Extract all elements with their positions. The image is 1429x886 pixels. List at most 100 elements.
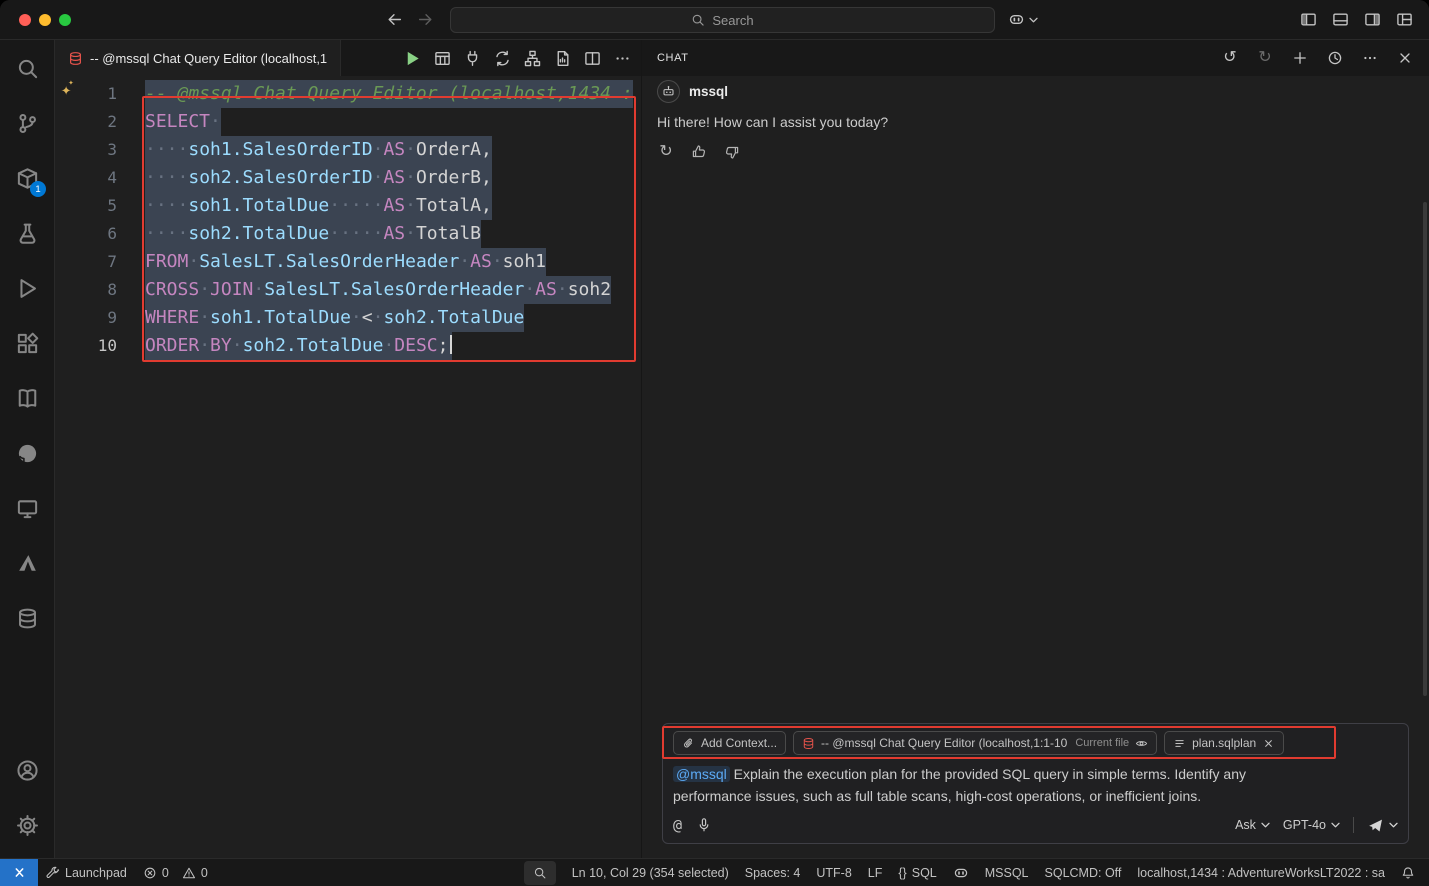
activity-testing-icon[interactable] [3, 209, 51, 257]
code-text: WHERE·soh1.TotalDue·<·soh2.TotalDue [145, 304, 524, 332]
eye-icon[interactable] [1135, 737, 1148, 750]
thumbs-up-icon[interactable] [690, 143, 708, 161]
regenerate-icon[interactable]: ↻ [657, 143, 675, 161]
context-chip-current-file[interactable]: -- @mssql Chat Query Editor (localhost,1… [793, 731, 1157, 755]
forward-icon[interactable] [417, 11, 434, 28]
back-icon[interactable] [386, 11, 403, 28]
sqlcmd-status[interactable]: SQLCMD: Off [1037, 859, 1130, 886]
code-text: CROSS·JOIN·SalesLT.SalesOrderHeader·AS·s… [145, 276, 611, 304]
toggle-secondary-sidebar-icon[interactable] [1364, 11, 1381, 28]
remote-indicator[interactable] [0, 859, 38, 886]
launchpad-status[interactable]: Launchpad [38, 859, 135, 886]
toggle-panel-icon[interactable] [1332, 11, 1349, 28]
history-icon[interactable] [1326, 49, 1344, 67]
code-line[interactable]: 7FROM·SalesLT.SalesOrderHeader·AS·soh1 [55, 248, 641, 276]
tab-chat[interactable]: CHAT [657, 52, 689, 64]
eol-status[interactable]: LF [860, 859, 891, 886]
activity-book-icon[interactable] [3, 374, 51, 422]
activity-search-icon[interactable] [3, 44, 51, 92]
code-line[interactable]: 1-- @mssql Chat Query Editor (localhost,… [55, 80, 641, 108]
results-grid-icon[interactable] [432, 48, 453, 69]
context-chip-note: Current file [1075, 737, 1129, 749]
account-icon[interactable] [3, 746, 51, 794]
close-window-button[interactable] [19, 14, 31, 26]
problems-status[interactable]: 0 0 [135, 859, 216, 886]
code-line[interactable]: 10ORDER·BY·soh2.TotalDue·DESC; [55, 332, 641, 360]
context-chip-label: -- @mssql Chat Query Editor (localhost,1… [821, 736, 1067, 750]
disconnect-plug-icon[interactable] [462, 48, 483, 69]
customize-layout-icon[interactable] [1396, 11, 1413, 28]
code-text: ORDER·BY·soh2.TotalDue·DESC; [145, 332, 452, 360]
more-actions-icon[interactable] [612, 48, 633, 69]
chat-input-text[interactable]: @mssql Explain the execution plan for th… [673, 763, 1313, 807]
text-cursor [450, 335, 452, 354]
activity-run-debug-icon[interactable] [3, 264, 51, 312]
chat-message-text: Hi there! How can I assist you today? [657, 114, 1413, 130]
chat-prompt-text: Explain the execution plan for the provi… [673, 766, 1246, 804]
activity-github-icon[interactable] [3, 429, 51, 477]
code-line[interactable]: 9WHERE·soh1.TotalDue·<·soh2.TotalDue [55, 304, 641, 332]
activity-azure-icon[interactable] [3, 539, 51, 587]
thumbs-down-icon[interactable] [723, 143, 741, 161]
code-line[interactable]: 3····soh1.SalesOrderID·AS·OrderA, [55, 136, 641, 164]
activity-source-control-icon[interactable] [3, 99, 51, 147]
add-context-button[interactable]: Add Context... [673, 731, 786, 755]
paperclip-icon [682, 737, 695, 750]
code-line[interactable]: 8 CROSS·JOIN·SalesLT.SalesOrderHeader·AS·… [55, 276, 641, 304]
mode-label: Ask [1235, 818, 1256, 832]
connection-status[interactable]: localhost,1434 : AdventureWorksLT2022 : … [1129, 859, 1393, 886]
indentation-status[interactable]: Spaces: 4 [737, 859, 809, 886]
mode-selector[interactable]: Ask [1235, 818, 1270, 832]
remove-chip-icon[interactable] [1262, 737, 1275, 750]
line-number: 8 [55, 276, 117, 304]
code-editor[interactable]: ✦✦ 1-- @mssql Chat Query Editor (localho… [55, 76, 641, 858]
query-plan-file-icon[interactable] [552, 48, 573, 69]
settings-gear-icon[interactable] [3, 801, 51, 849]
model-selector[interactable]: GPT-4o [1283, 818, 1340, 832]
code-line[interactable]: 4····soh2.SalesOrderID·AS·OrderB, [55, 164, 641, 192]
chevron-down-icon [1261, 822, 1270, 828]
activity-database-projects-icon[interactable] [3, 594, 51, 642]
mssql-status[interactable]: MSSQL [977, 859, 1037, 886]
add-context-label: Add Context... [701, 736, 777, 750]
notifications-bell[interactable] [1393, 859, 1423, 886]
search-input[interactable]: Search [450, 7, 995, 33]
chat-scrollbar[interactable] [1423, 202, 1427, 696]
new-chat-icon[interactable] [1291, 49, 1309, 67]
close-icon[interactable] [1396, 49, 1414, 67]
editor-tab[interactable]: -- @mssql Chat Query Editor (localhost,1 [55, 40, 341, 76]
minimize-window-button[interactable] [39, 14, 51, 26]
mention-chip[interactable]: @mssql [673, 766, 730, 782]
copilot-sparkle-icon[interactable]: ✦✦ [61, 79, 74, 99]
undo-icon[interactable]: ↺ [1221, 49, 1239, 67]
copilot-menu-button[interactable] [1008, 11, 1038, 28]
context-chip-plan-file[interactable]: plan.sqlplan [1164, 731, 1284, 755]
cursor-position-status[interactable]: Ln 10, Col 29 (354 selected) [564, 859, 737, 886]
launchpad-icon [46, 866, 60, 880]
split-editor-icon[interactable] [582, 48, 603, 69]
estimated-plan-icon[interactable] [522, 48, 543, 69]
toggle-primary-sidebar-icon[interactable] [1300, 11, 1317, 28]
code-line[interactable]: 5····soh1.TotalDue·····AS·TotalA, [55, 192, 641, 220]
code-line[interactable]: 6····soh2.TotalDue·····AS·TotalB [55, 220, 641, 248]
mention-button[interactable]: @ [673, 816, 682, 834]
language-status[interactable]: {} SQL [890, 859, 944, 886]
title-bar: Search [0, 0, 1429, 40]
activity-extensions-icon[interactable] [3, 319, 51, 367]
activity-remote-explorer-icon[interactable] [3, 484, 51, 532]
database-file-icon [802, 737, 815, 750]
mic-icon[interactable] [696, 817, 712, 833]
maximize-window-button[interactable] [59, 14, 71, 26]
redo-icon[interactable]: ↻ [1256, 49, 1274, 67]
activity-package-icon[interactable]: 1 [3, 154, 51, 202]
send-button[interactable] [1367, 817, 1398, 834]
code-line[interactable]: 2SELECT· [55, 108, 641, 136]
change-connection-icon[interactable] [492, 48, 513, 69]
copilot-status[interactable] [945, 859, 977, 886]
encoding-status[interactable]: UTF-8 [808, 859, 859, 886]
chat-input-container: Add Context... -- @mssql Chat Query Edit… [662, 723, 1409, 844]
zoom-indicator[interactable] [524, 861, 556, 885]
run-query-icon[interactable] [402, 48, 423, 69]
code-text: SELECT· [145, 108, 221, 136]
more-actions-icon[interactable] [1361, 49, 1379, 67]
